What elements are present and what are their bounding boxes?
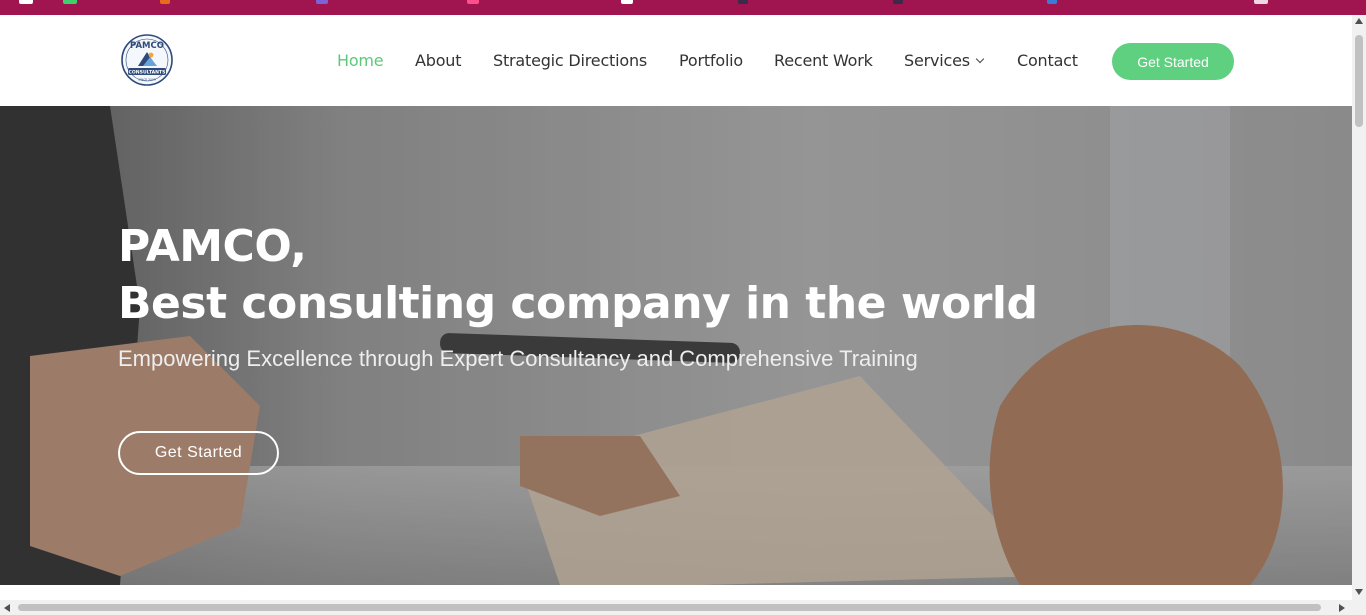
- page-bottom-strip: [0, 585, 1352, 600]
- scroll-down-arrow-icon[interactable]: [1355, 589, 1363, 595]
- pamco-logo[interactable]: PAMCO CONSULTANTS SINCE 2009: [120, 30, 174, 90]
- top-contact-bar: [0, 0, 1366, 15]
- logo-ribbon-text: CONSULTANTS: [129, 70, 166, 76]
- social-icon-7[interactable]: [1047, 0, 1057, 4]
- whatsapp-icon[interactable]: [63, 0, 77, 4]
- logo-top-text: PAMCO: [130, 41, 164, 51]
- hero-section: PAMCO, Best consulting company in the wo…: [0, 106, 1352, 585]
- hero-title-line1: PAMCO,: [118, 221, 307, 272]
- vertical-scrollbar[interactable]: [1352, 15, 1366, 600]
- horizontal-scroll-thumb[interactable]: [18, 604, 1321, 611]
- mail-icon[interactable]: [1254, 0, 1268, 4]
- hero-title-line2: Best consulting company in the world: [118, 278, 1038, 329]
- vertical-scroll-thumb[interactable]: [1355, 35, 1363, 127]
- social-icon-4[interactable]: [621, 0, 633, 4]
- nav-services-label: Services: [904, 51, 970, 70]
- scroll-right-arrow-icon[interactable]: [1339, 604, 1345, 612]
- scroll-up-arrow-icon[interactable]: [1355, 18, 1363, 24]
- horizontal-scrollbar[interactable]: [0, 600, 1366, 615]
- hero-title: PAMCO, Best consulting company in the wo…: [118, 218, 1038, 332]
- hero-subtitle: Empowering Excellence through Expert Con…: [118, 346, 918, 371]
- scroll-left-arrow-icon[interactable]: [4, 604, 10, 612]
- social-icon-3[interactable]: [467, 0, 479, 4]
- nav-about[interactable]: About: [415, 51, 462, 70]
- site-header: PAMCO CONSULTANTS SINCE 2009 Home About …: [0, 15, 1352, 106]
- nav-services[interactable]: Services: [904, 51, 985, 71]
- nav-home[interactable]: Home: [337, 51, 384, 70]
- social-icon-6[interactable]: [893, 0, 903, 4]
- nav-recent-work[interactable]: Recent Work: [774, 51, 873, 70]
- logo-since-text: SINCE 2009: [138, 78, 156, 82]
- chevron-down-icon: [975, 54, 985, 64]
- nav-contact[interactable]: Contact: [1017, 51, 1078, 70]
- nav-strategic-directions[interactable]: Strategic Directions: [493, 51, 647, 70]
- social-icon-5[interactable]: [738, 0, 748, 4]
- header-get-started-button[interactable]: Get Started: [1112, 43, 1234, 80]
- grid-icon[interactable]: [19, 0, 33, 4]
- social-icon-2[interactable]: [316, 0, 328, 4]
- hero-get-started-button[interactable]: Get Started: [118, 431, 279, 475]
- nav-portfolio[interactable]: Portfolio: [679, 51, 743, 70]
- social-icon-1[interactable]: [160, 0, 170, 4]
